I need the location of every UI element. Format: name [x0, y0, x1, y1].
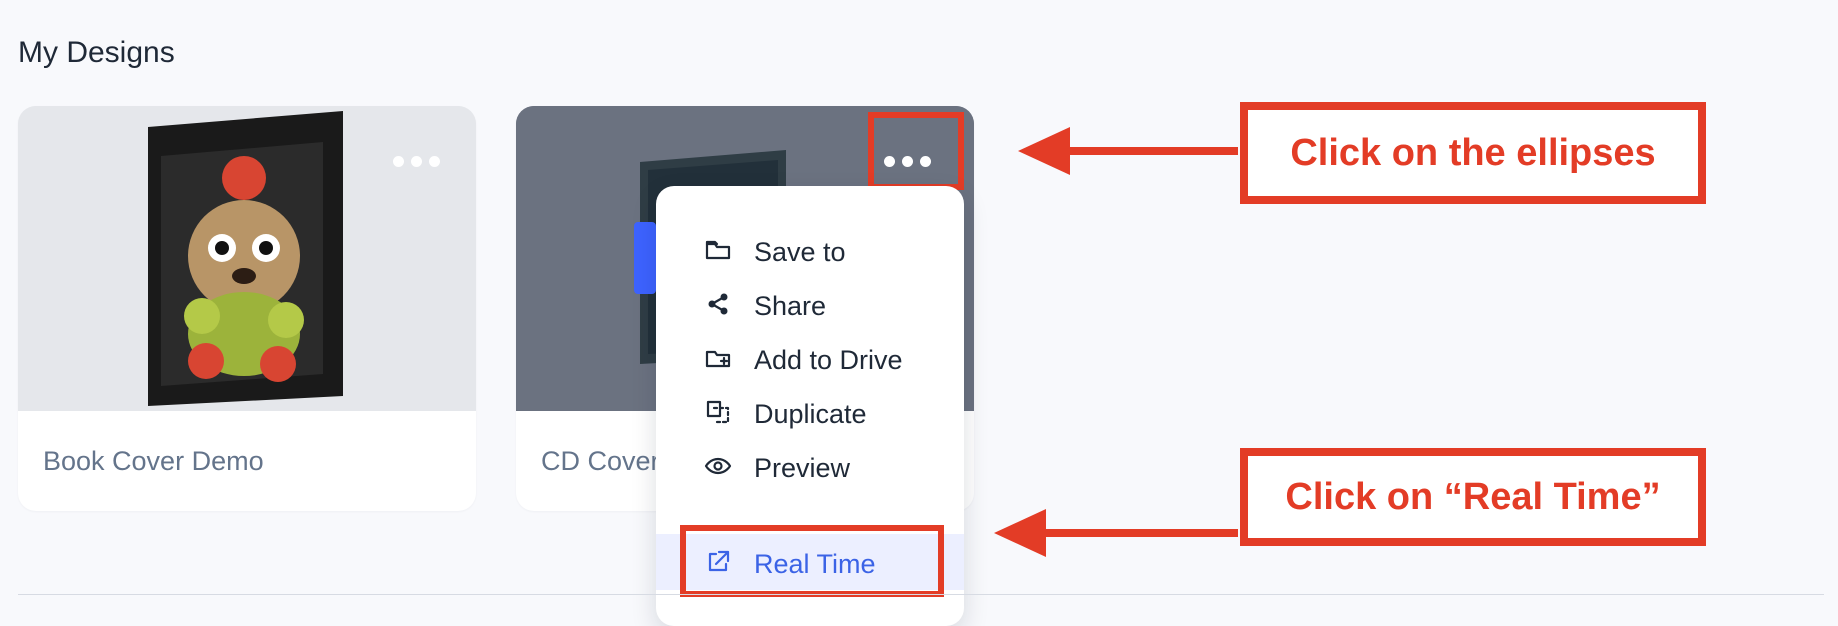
ellipsis-dot: [428, 155, 440, 167]
card-title: Book Cover Demo: [43, 446, 264, 476]
ellipsis-dot: [410, 155, 422, 167]
menu-item-label: Preview: [754, 453, 851, 483]
annotation-real-time: Click on “Real Time”: [1240, 448, 1706, 546]
menu-item-label: Add to Drive: [754, 345, 903, 375]
section-divider: [18, 594, 1824, 595]
ellipsis-highlight-box: [868, 112, 964, 190]
eye-icon: [704, 452, 732, 480]
menu-item-duplicate[interactable]: Duplicate: [656, 384, 964, 440]
page-title: My Designs: [18, 36, 175, 69]
share-icon: [704, 290, 732, 318]
arrow-to-ellipses: [1018, 127, 1238, 175]
duplicate-icon: [704, 398, 732, 426]
card-menu-button[interactable]: [383, 134, 449, 188]
menu-item-label: Share: [754, 291, 827, 321]
menu-item-save-to[interactable]: Save to: [656, 222, 964, 278]
ellipsis-dot: [392, 155, 404, 167]
menu-item-share[interactable]: Share: [656, 276, 964, 332]
add-folder-icon: [704, 344, 732, 372]
folder-icon: [704, 236, 732, 264]
annotation-ellipses: Click on the ellipses: [1240, 102, 1706, 204]
card-title: CD Cover: [541, 446, 660, 476]
arrow-to-real-time: [994, 509, 1238, 557]
menu-item-add-to-drive[interactable]: Add to Drive: [656, 330, 964, 386]
menu-item-preview[interactable]: Preview: [656, 438, 964, 494]
design-card[interactable]: Book Cover Demo: [18, 106, 476, 511]
menu-item-label: Save to: [754, 237, 846, 267]
real-time-highlight-box: [680, 525, 944, 597]
menu-item-label: Duplicate: [754, 399, 867, 429]
